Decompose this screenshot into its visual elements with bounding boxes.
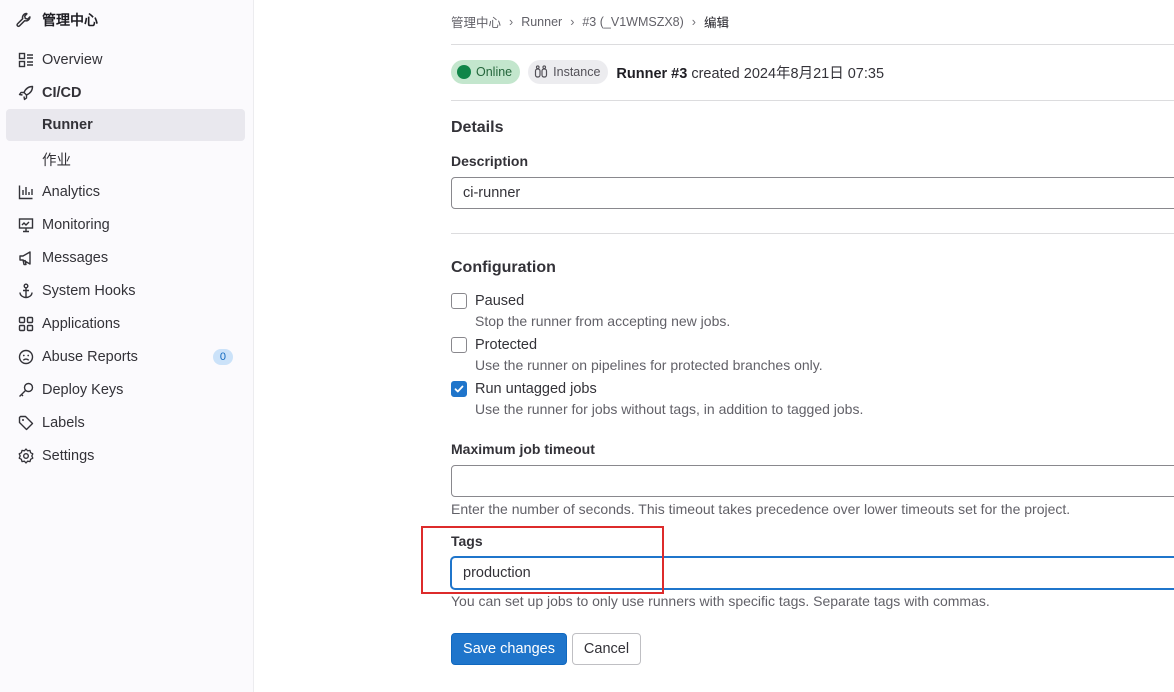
sidebar-item-messages[interactable]: Messages xyxy=(6,242,245,274)
sidebar-item-deploy-keys[interactable]: Deploy Keys xyxy=(6,374,245,406)
description-input[interactable]: ci-runner xyxy=(451,177,1174,209)
sidebar-item-label: Messages xyxy=(42,250,109,266)
sidebar-item-label: Analytics xyxy=(42,184,101,200)
sidebar: 管理中心 Overview CI/CD Runner 作业 Analytics … xyxy=(0,0,254,692)
run-untagged-checkbox[interactable] xyxy=(451,381,467,397)
status-dot-icon xyxy=(457,65,471,79)
sidebar-item-monitoring[interactable]: Monitoring xyxy=(6,209,245,241)
sidebar-item-jobs[interactable]: 作业 xyxy=(6,143,245,175)
chevron-right-icon: › xyxy=(691,14,696,29)
paused-option: Paused Stop the runner from accepting ne… xyxy=(451,292,730,330)
protected-label[interactable]: Protected xyxy=(475,336,823,354)
chevron-right-icon: › xyxy=(570,14,575,29)
breadcrumb-admin[interactable]: 管理中心 xyxy=(451,12,501,31)
runner-status-row: Online Instance Runner #3 created 2024年8… xyxy=(451,60,884,84)
breadcrumb-runner[interactable]: Runner xyxy=(521,15,562,29)
abuse-icon xyxy=(18,349,34,365)
sidebar-item-abuse-reports[interactable]: Abuse Reports 0 xyxy=(6,341,245,373)
chart-icon xyxy=(18,184,34,200)
sidebar-item-label: Monitoring xyxy=(42,217,110,233)
status-badge-online: Online xyxy=(451,60,521,84)
breadcrumb-runner-id[interactable]: #3 (_V1WMSZX8) xyxy=(582,15,683,29)
tags-label: Tags xyxy=(451,533,483,549)
applications-icon xyxy=(18,316,34,332)
sidebar-item-settings[interactable]: Settings xyxy=(6,440,245,472)
status-badge-instance: Instance xyxy=(528,60,609,84)
instance-icon xyxy=(534,65,548,79)
runner-title: Runner #3 created 2024年8月21日 07:35 xyxy=(616,62,884,83)
sidebar-title: 管理中心 xyxy=(42,12,98,28)
timeout-input[interactable] xyxy=(451,465,1174,497)
sidebar-item-labels[interactable]: Labels xyxy=(6,407,245,439)
runner-created: created 2024年8月21日 07:35 xyxy=(687,65,885,82)
sidebar-item-analytics[interactable]: Analytics xyxy=(6,176,245,208)
sidebar-item-runner[interactable]: Runner xyxy=(6,109,245,141)
configuration-heading: Configuration xyxy=(451,259,556,276)
sidebar-item-label: Runner xyxy=(42,117,93,133)
details-heading: Details xyxy=(451,119,504,136)
overview-icon xyxy=(18,52,34,68)
sidebar-item-label: Deploy Keys xyxy=(42,382,124,398)
divider xyxy=(451,100,1174,101)
sidebar-item-cicd[interactable]: CI/CD xyxy=(6,77,245,109)
sidebar-item-overview[interactable]: Overview xyxy=(6,44,245,76)
status-online-text: Online xyxy=(476,65,513,79)
protected-help: Use the runner on pipelines for protecte… xyxy=(475,357,823,373)
save-changes-button[interactable]: Save changes xyxy=(451,633,567,665)
wrench-icon xyxy=(10,6,38,34)
sidebar-item-label: System Hooks xyxy=(42,283,136,299)
timeout-help: Enter the number of seconds. This timeou… xyxy=(451,501,1071,517)
sidebar-item-applications[interactable]: Applications xyxy=(6,308,245,340)
tags-input[interactable]: production xyxy=(451,557,1174,589)
divider xyxy=(451,44,1174,45)
anchor-icon xyxy=(18,283,34,299)
cancel-button[interactable]: Cancel xyxy=(572,633,641,665)
sidebar-header: 管理中心 xyxy=(10,6,98,34)
settings-icon xyxy=(18,448,34,464)
chevron-right-icon: › xyxy=(509,14,514,29)
key-icon xyxy=(18,382,34,398)
protected-option: Protected Use the runner on pipelines fo… xyxy=(451,336,823,374)
sidebar-item-label: Abuse Reports xyxy=(42,349,138,365)
run-untagged-help: Use the runner for jobs without tags, in… xyxy=(475,401,864,417)
breadcrumb: 管理中心 › Runner › #3 (_V1WMSZX8) › 编辑 xyxy=(451,12,729,31)
sidebar-item-label: CI/CD xyxy=(42,85,82,101)
tags-value: production xyxy=(463,565,531,581)
bullhorn-icon xyxy=(18,250,34,266)
runner-name: Runner #3 xyxy=(616,65,688,82)
divider xyxy=(451,233,1174,234)
paused-checkbox[interactable] xyxy=(451,293,467,309)
paused-label[interactable]: Paused xyxy=(475,292,730,310)
monitor-icon xyxy=(18,217,34,233)
sidebar-item-label: Labels xyxy=(42,415,85,431)
sidebar-item-label: Overview xyxy=(42,52,103,68)
protected-checkbox[interactable] xyxy=(451,337,467,353)
label-icon xyxy=(18,415,34,431)
sidebar-item-label: 作业 xyxy=(42,152,71,169)
breadcrumb-current: 编辑 xyxy=(703,16,729,30)
sidebar-item-system-hooks[interactable]: System Hooks xyxy=(6,275,245,307)
status-instance-text: Instance xyxy=(553,65,601,79)
paused-help: Stop the runner from accepting new jobs. xyxy=(475,313,731,329)
sidebar-item-label: Settings xyxy=(42,448,95,464)
timeout-label: Maximum job timeout xyxy=(451,441,595,457)
tags-help: You can set up jobs to only use runners … xyxy=(451,593,990,609)
description-value: ci-runner xyxy=(463,185,521,201)
checkmark-icon xyxy=(454,385,464,393)
rocket-icon xyxy=(18,85,34,101)
run-untagged-option: Run untagged jobs Use the runner for job… xyxy=(451,380,863,418)
run-untagged-label[interactable]: Run untagged jobs xyxy=(475,380,863,398)
description-label: Description xyxy=(451,153,529,169)
abuse-count-badge: 0 xyxy=(212,349,233,365)
sidebar-item-label: Applications xyxy=(42,316,121,332)
